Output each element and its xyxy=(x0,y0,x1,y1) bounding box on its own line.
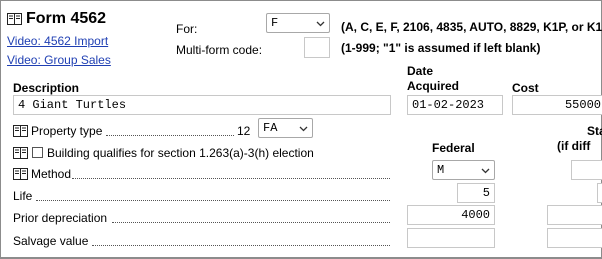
multiform-input[interactable] xyxy=(304,37,330,58)
description-header: Description xyxy=(13,81,80,95)
cost-input[interactable]: 55000 xyxy=(512,95,602,115)
property-type-select[interactable]: FA xyxy=(258,118,313,138)
chevron-down-icon xyxy=(316,21,325,27)
federal-header: Federal xyxy=(432,141,475,155)
method-select-value: M xyxy=(437,163,445,177)
method-label: Method xyxy=(31,167,72,181)
leader-dots xyxy=(72,178,390,179)
book-icon[interactable] xyxy=(7,13,22,25)
prior-depreciation-input[interactable]: 4000 xyxy=(407,205,495,225)
method-select[interactable]: M xyxy=(432,160,495,180)
date-acquired-input[interactable]: 01-02-2023 xyxy=(407,95,503,115)
section-election-checkbox[interactable] xyxy=(32,147,43,158)
state-header-line1: Sta xyxy=(587,124,602,138)
description-input[interactable]: 4 Giant Turtles xyxy=(13,95,391,115)
multiform-label: Multi-form code: xyxy=(176,43,263,57)
book-icon[interactable] xyxy=(13,168,28,180)
for-select-value: F xyxy=(271,16,279,30)
state-life-input[interactable] xyxy=(597,183,602,203)
state-method-select[interactable] xyxy=(571,160,602,180)
chevron-down-icon xyxy=(481,168,490,174)
multiform-hint: (1-999; "1" is assumed if left blank) xyxy=(341,41,541,55)
section-election-label: Building qualifies for section 1.263(a)-… xyxy=(47,146,314,160)
salvage-value-label: Salvage value xyxy=(13,234,89,248)
property-type-select-value: FA xyxy=(263,121,278,135)
form-title: Form 4562 xyxy=(26,10,107,27)
property-type-code: 12 xyxy=(237,124,251,138)
cost-header: Cost xyxy=(512,81,539,95)
video-4562-import-link[interactable]: Video: 4562 Import xyxy=(7,34,108,48)
leader-dots xyxy=(36,200,390,201)
date-acquired-header-line2: Acquired xyxy=(407,79,460,93)
book-icon[interactable] xyxy=(13,125,28,137)
property-type-label: Property type xyxy=(31,124,103,138)
state-salvage-value-input[interactable] xyxy=(547,228,602,248)
video-group-sales-link[interactable]: Video: Group Sales xyxy=(7,53,111,67)
life-input[interactable]: 5 xyxy=(457,183,495,203)
date-acquired-header-line1: Date xyxy=(407,64,434,78)
state-prior-depreciation-input[interactable] xyxy=(547,205,602,225)
salvage-value-input[interactable] xyxy=(407,228,495,248)
for-options-hint: (A, C, E, F, 2106, 4835, AUTO, 8829, K1P… xyxy=(341,20,602,34)
for-label: For: xyxy=(176,22,198,36)
chevron-down-icon xyxy=(299,126,308,132)
book-icon[interactable] xyxy=(13,147,28,159)
life-label: Life xyxy=(13,189,33,203)
leader-dots xyxy=(106,135,234,136)
leader-dots xyxy=(92,245,390,246)
for-select[interactable]: F xyxy=(266,13,330,33)
prior-depreciation-label: Prior depreciation xyxy=(13,211,108,225)
leader-dots xyxy=(112,222,390,223)
state-header-line2: (if diff xyxy=(557,139,591,153)
